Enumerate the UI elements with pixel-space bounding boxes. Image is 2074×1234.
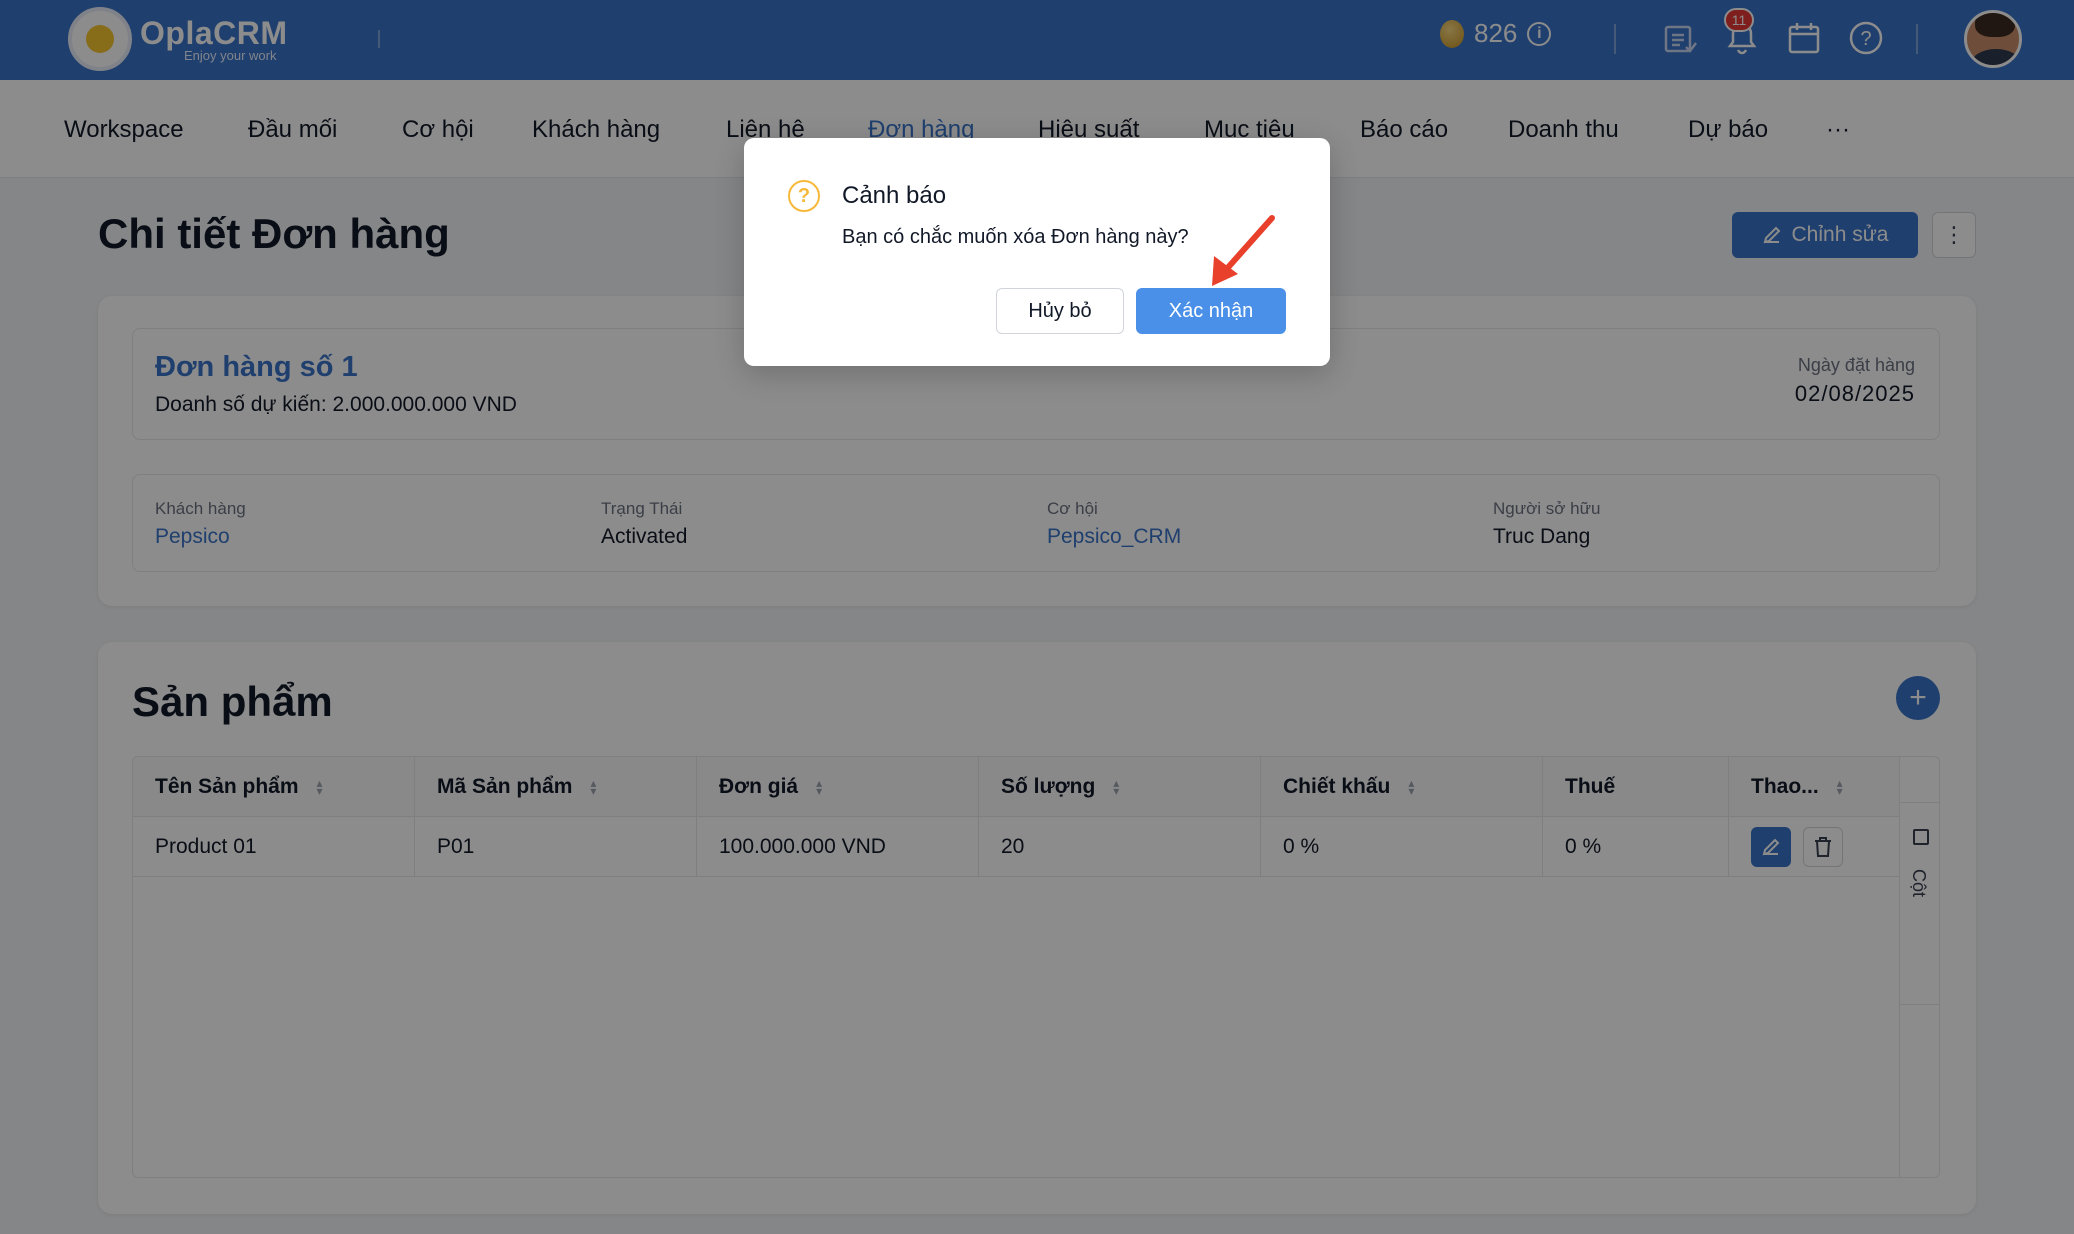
cancel-button[interactable]: Hủy bỏ <box>996 288 1124 334</box>
confirm-button[interactable]: Xác nhận <box>1136 288 1286 334</box>
dialog-message: Bạn có chắc muốn xóa Đơn hàng này? <box>842 226 1189 248</box>
question-icon: ? <box>788 180 820 212</box>
dialog-title: Cảnh báo <box>842 182 947 209</box>
annotation-arrow-icon <box>1212 215 1275 286</box>
